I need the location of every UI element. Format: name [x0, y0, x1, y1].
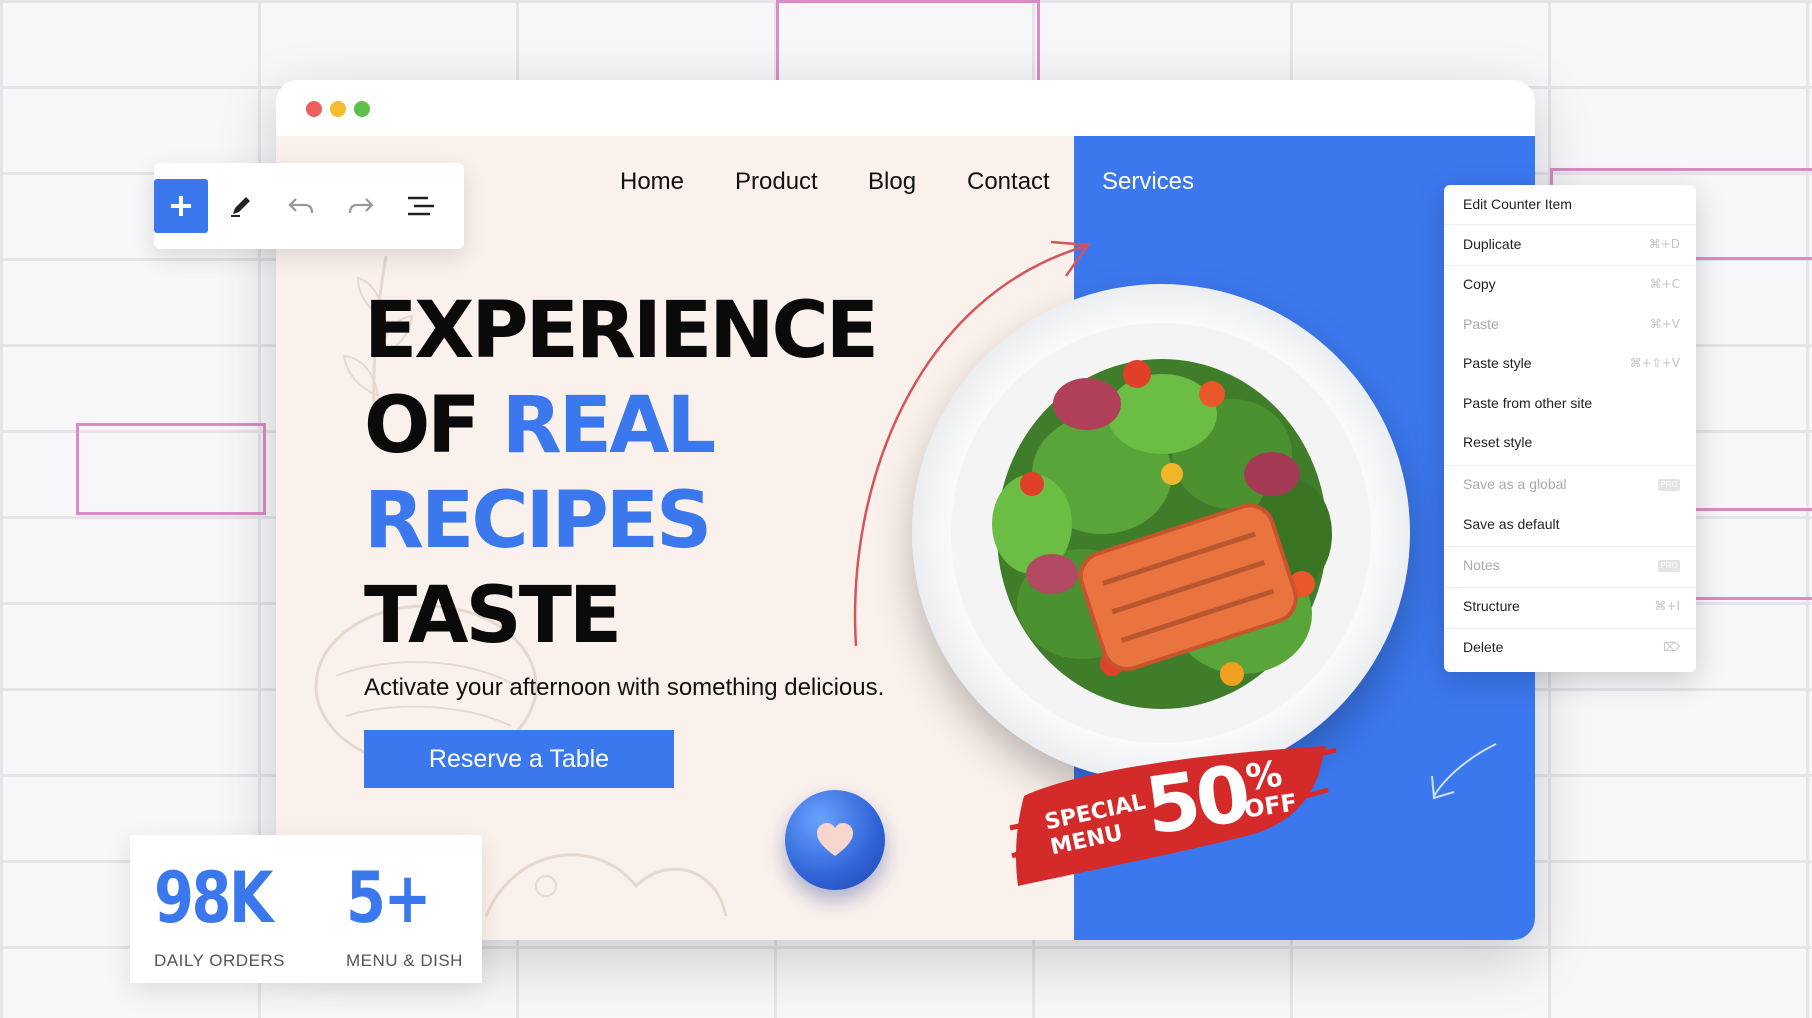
add-element-button[interactable] — [154, 179, 208, 233]
menu-paste-style[interactable]: Paste style ⌘+⇧+V — [1444, 345, 1696, 383]
headline-line-4: TASTE — [364, 571, 622, 661]
arrow-doodle-white — [1431, 743, 1497, 800]
nav-product[interactable]: Product — [735, 168, 818, 196]
stat-menu-dish-label: MENU & DISH — [346, 951, 463, 970]
menu-structure[interactable]: Structure ⌘+I — [1444, 588, 1696, 626]
menu-item-label: Paste from other site — [1463, 395, 1593, 411]
redo-icon — [348, 198, 374, 214]
headline-line-1: EXPERIENCE — [364, 286, 879, 376]
browser-window: Home Product Blog Contact Services EXPER… — [276, 80, 1535, 940]
menu-item-label: Notes — [1463, 557, 1500, 573]
nav-blog[interactable]: Blog — [868, 168, 916, 196]
menu-paste-from-other-site[interactable]: Paste from other site — [1444, 385, 1696, 423]
menu-item-label: Structure — [1463, 598, 1520, 614]
menu-item-shortcut: ⌘+C — [1649, 277, 1680, 291]
maximize-dot[interactable] — [354, 101, 370, 117]
menu-divider — [1444, 224, 1696, 225]
plus-icon — [171, 196, 191, 216]
background-accent — [776, 0, 1040, 86]
menu-duplicate[interactable]: Duplicate ⌘+D — [1444, 226, 1696, 264]
navigator-icon — [408, 196, 434, 216]
like-button[interactable] — [785, 790, 885, 890]
stat-menu-dish-value: 5+ — [346, 857, 432, 939]
menu-item-shortcut: ⌦ — [1663, 640, 1680, 654]
background-accent — [76, 423, 266, 515]
headline-of: OF — [364, 381, 502, 471]
nav-services[interactable]: Services — [1102, 168, 1194, 196]
pencil-icon — [231, 197, 250, 217]
salad-illustration — [951, 323, 1371, 743]
menu-item-label: Paste style — [1463, 355, 1532, 371]
menu-item-shortcut: ⌘+I — [1654, 599, 1680, 613]
heart-icon — [817, 823, 853, 856]
menu-delete[interactable]: Delete ⌦ — [1444, 629, 1696, 667]
menu-save-as-global[interactable]: Save as a global PRO — [1444, 466, 1696, 504]
minimize-dot[interactable] — [330, 101, 346, 117]
menu-item-label: Edit Counter Item — [1463, 196, 1572, 212]
menu-item-shortcut: ⌘+V — [1649, 317, 1680, 331]
undo-button[interactable] — [274, 179, 328, 233]
menu-item-shortcut: ⌘+D — [1648, 237, 1680, 251]
menu-paste[interactable]: Paste ⌘+V — [1444, 306, 1696, 344]
navigator-button[interactable] — [394, 179, 448, 233]
close-dot[interactable] — [306, 101, 322, 117]
headline-line-3: RECIPES — [364, 476, 712, 566]
redo-button[interactable] — [334, 179, 388, 233]
menu-item-label: Copy — [1463, 276, 1496, 292]
context-menu: Edit Counter Item Duplicate ⌘+D Copy ⌘+C… — [1444, 185, 1696, 672]
menu-item-label: Duplicate — [1463, 236, 1522, 252]
nav-contact[interactable]: Contact — [967, 168, 1050, 196]
menu-item-label: Save as a global — [1463, 476, 1567, 492]
hero-subtitle: Activate your afternoon with something d… — [364, 674, 885, 701]
hero-headline: EXPERIENCE OF REAL RECIPES TASTE — [364, 284, 879, 664]
window-titlebar — [276, 80, 1535, 136]
headline-real: REAL — [501, 381, 716, 471]
salad-plate-image — [912, 284, 1410, 782]
promo-badge: SPECIAL MENU 50 % OFF — [1006, 736, 1337, 891]
pro-badge: PRO — [1658, 479, 1680, 491]
menu-save-as-default[interactable]: Save as default — [1444, 506, 1696, 544]
headline-line-2: OF REAL — [364, 379, 876, 474]
edit-button[interactable] — [214, 179, 268, 233]
menu-edit-counter-item[interactable]: Edit Counter Item — [1444, 186, 1696, 224]
editor-toolbar — [154, 163, 464, 249]
reserve-table-button[interactable]: Reserve a Table — [364, 730, 674, 788]
stats-card: 98K DAILY ORDERS 5+ MENU & DISH — [130, 835, 482, 983]
menu-item-shortcut: ⌘+⇧+V — [1629, 356, 1680, 370]
stat-daily-orders-value: 98K — [154, 857, 273, 939]
nav-home[interactable]: Home — [620, 168, 684, 196]
website-canvas: Home Product Blog Contact Services EXPER… — [276, 136, 1535, 940]
menu-item-label: Delete — [1463, 639, 1504, 655]
pro-badge: PRO — [1658, 560, 1680, 572]
menu-reset-style[interactable]: Reset style — [1444, 424, 1696, 462]
menu-item-label: Save as default — [1463, 516, 1560, 532]
stat-daily-orders-label: DAILY ORDERS — [154, 951, 286, 970]
menu-notes[interactable]: Notes PRO — [1444, 547, 1696, 585]
menu-copy[interactable]: Copy ⌘+C — [1444, 266, 1696, 304]
mushroom-sketch — [484, 853, 728, 917]
undo-icon — [288, 198, 314, 214]
menu-item-label: Reset style — [1463, 434, 1533, 450]
menu-item-label: Paste — [1463, 316, 1499, 332]
promo-amount: 50 — [1140, 749, 1253, 853]
